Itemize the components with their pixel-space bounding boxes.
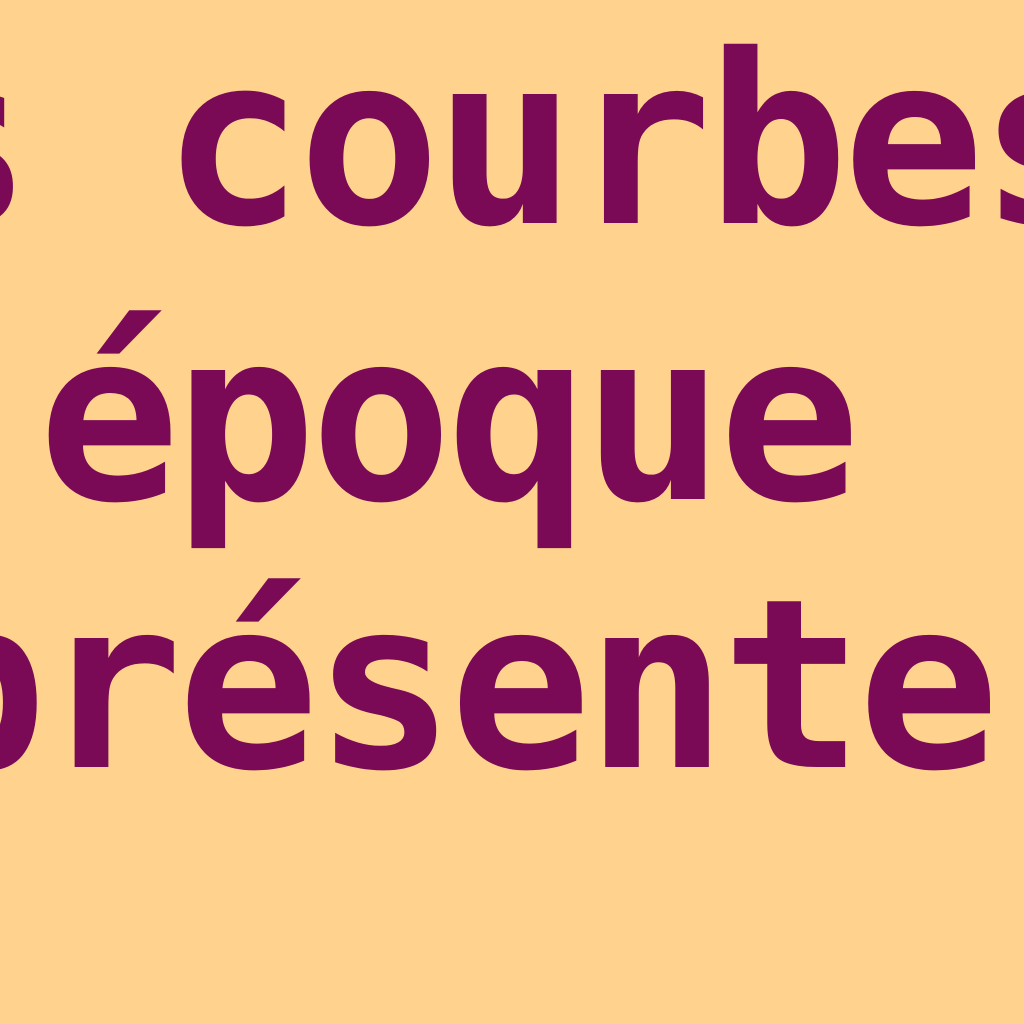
text-line-3: présenter: [0, 548, 1024, 823]
text-line-1: s courbes: [0, 4, 1024, 279]
text-line-2: 'époque: [0, 280, 861, 555]
text-crop: s courbes 'époque présenter: [0, 0, 1024, 1024]
